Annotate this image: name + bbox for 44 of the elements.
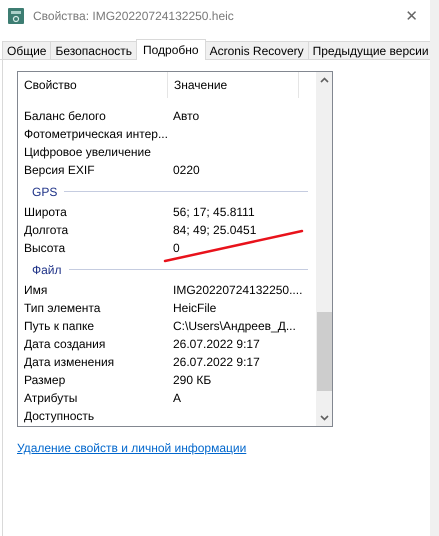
property-name: Тип элемента xyxy=(24,301,100,315)
property-name: Дата изменения xyxy=(24,355,114,369)
tab[interactable]: Безопасность xyxy=(50,41,138,59)
property-name: Путь к папке xyxy=(24,319,94,333)
property-name: Высота xyxy=(24,241,66,255)
property-value: 84; 49; 25.0451 xyxy=(173,223,256,237)
property-name: Атрибуты xyxy=(24,391,78,405)
scroll-down-icon[interactable] xyxy=(320,415,328,421)
property-name: Дата создания xyxy=(24,337,106,351)
column-header[interactable]: Значение xyxy=(168,72,299,98)
property-value: 290 КБ xyxy=(173,373,212,387)
property-value: 0 xyxy=(173,241,180,255)
tab[interactable]: Предыдущие версии xyxy=(308,41,430,59)
property-name: Размер xyxy=(24,373,66,387)
property-name: Версия EXIF xyxy=(24,163,95,177)
property-value: Авто xyxy=(173,109,200,123)
property-value: HeicFile xyxy=(173,301,216,315)
tab[interactable]: Acronis Recovery xyxy=(204,41,309,59)
property-value: A xyxy=(173,391,182,405)
property-name: Цифровое увеличение xyxy=(24,145,151,159)
tab[interactable]: Общие xyxy=(2,41,52,59)
tab[interactable]: Подробно xyxy=(136,39,206,60)
remove-properties-link[interactable]: Удаление свойств и личной информации xyxy=(17,441,246,455)
column-header[interactable]: Свойство xyxy=(18,72,168,98)
property-value: 0220 xyxy=(173,163,200,177)
property-name: Баланс белого xyxy=(24,109,106,123)
property-name: Долгота xyxy=(24,223,68,237)
property-value: 26.07.2022 9:17 xyxy=(173,337,260,351)
property-name: Фотометрическая интер... xyxy=(24,127,168,141)
property-name: Доступность xyxy=(24,409,94,423)
property-value: 56; 17; 45.8111 xyxy=(173,205,255,219)
close-button[interactable]: ✕ xyxy=(393,6,430,24)
group-heading[interactable]: Файл xyxy=(32,262,62,276)
property-value: IMG20220724132250.... xyxy=(173,283,302,297)
file-icon xyxy=(8,8,24,24)
property-value: C:\Users\Андреев_Д... xyxy=(173,319,296,333)
scrollbar[interactable] xyxy=(316,72,332,426)
scroll-up-icon[interactable] xyxy=(320,77,328,83)
window-title: Свойства: IMG20220724132250.heic xyxy=(33,8,235,22)
property-name: Имя xyxy=(24,283,48,297)
property-name: Широта xyxy=(24,205,67,219)
group-heading[interactable]: GPS xyxy=(32,184,58,198)
property-value: 26.07.2022 9:17 xyxy=(173,355,260,369)
scroll-thumb[interactable] xyxy=(316,312,332,391)
